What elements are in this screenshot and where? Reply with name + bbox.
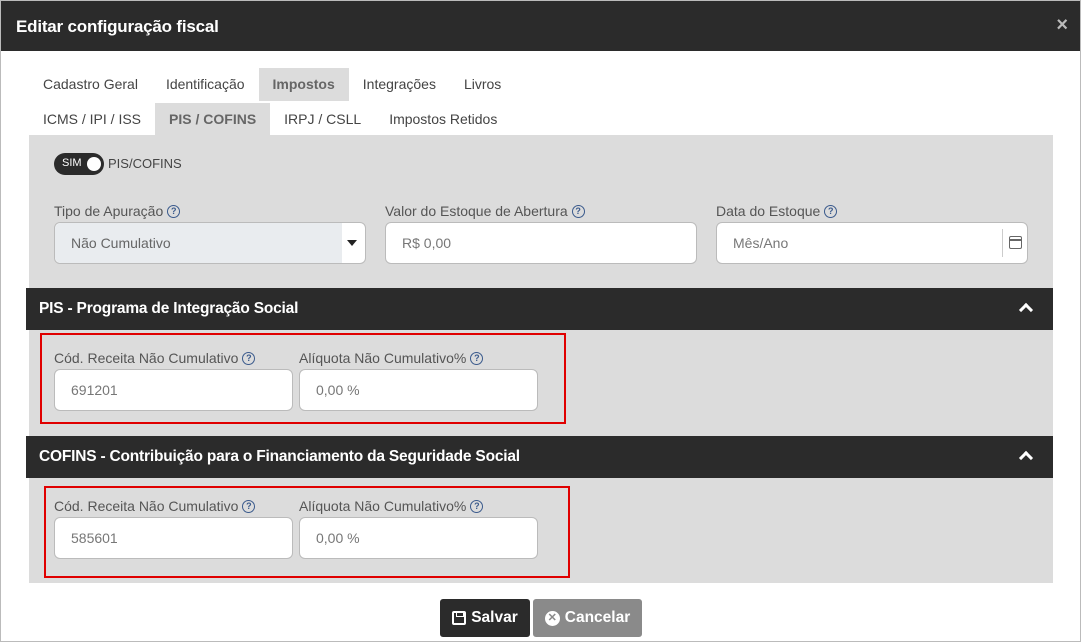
- cofins-section-header[interactable]: COFINS - Contribuição para o Financiamen…: [26, 436, 1053, 478]
- help-icon[interactable]: ?: [242, 351, 256, 365]
- tab-cadastro-geral[interactable]: Cadastro Geral: [29, 68, 152, 101]
- tabs-row-taxes: ICMS / IPI / ISS PIS / COFINS IRPJ / CSL…: [29, 103, 511, 136]
- fiscal-config-modal: Editar configuração fiscal × Cadastro Ge…: [0, 0, 1081, 642]
- data-estoque-input[interactable]: Mês/Ano: [716, 222, 1028, 264]
- save-button-label: Salvar: [471, 609, 518, 626]
- toggle-knob: [87, 157, 101, 171]
- pis-aliquota-input[interactable]: 0,00 %: [299, 369, 538, 411]
- close-icon[interactable]: ×: [1056, 15, 1068, 35]
- cancel-icon: ✕: [544, 610, 560, 626]
- tab-icms-ipi-iss[interactable]: ICMS / IPI / ISS: [29, 103, 155, 136]
- calendar-icon[interactable]: [1009, 236, 1022, 249]
- pis-cofins-toggle[interactable]: SIM: [54, 153, 104, 175]
- tab-irpj-csll[interactable]: IRPJ / CSLL: [270, 103, 375, 136]
- data-estoque-label: Data do Estoque ?: [716, 203, 838, 219]
- cofins-section-title: COFINS - Contribuição para o Financiamen…: [39, 448, 520, 465]
- tab-integracoes[interactable]: Integrações: [349, 68, 450, 101]
- modal-title: Editar configuração fiscal: [16, 17, 219, 36]
- pis-aliquota-label: Alíquota Não Cumulativo% ?: [299, 350, 484, 366]
- tipo-apuracao-value: Não Cumulativo: [55, 223, 342, 263]
- toggle-label: PIS/COFINS: [108, 156, 182, 171]
- pis-cod-label: Cód. Receita Não Cumulativo ?: [54, 350, 256, 366]
- tipo-apuracao-label: Tipo de Apuração ?: [54, 203, 181, 219]
- modal-header: Editar configuração fiscal ×: [1, 1, 1080, 51]
- calendar-separator: [1002, 229, 1003, 257]
- save-icon: [452, 611, 467, 625]
- caret-down-icon: [347, 240, 357, 246]
- data-estoque-label-text: Data do Estoque: [716, 203, 821, 219]
- tabs-row-main: Cadastro Geral Identificação Impostos In…: [29, 68, 515, 101]
- valor-estoque-label-text: Valor do Estoque de Abertura: [385, 203, 568, 219]
- help-icon[interactable]: ?: [571, 204, 585, 218]
- help-icon[interactable]: ?: [470, 351, 484, 365]
- pis-aliquota-label-text: Alíquota Não Cumulativo%: [299, 350, 467, 366]
- pis-section-title: PIS - Programa de Integração Social: [39, 300, 299, 317]
- pis-cod-label-text: Cód. Receita Não Cumulativo: [54, 350, 239, 366]
- save-button[interactable]: Salvar: [440, 599, 530, 637]
- cofins-aliquota-label-text: Alíquota Não Cumulativo%: [299, 498, 467, 514]
- help-icon[interactable]: ?: [167, 204, 181, 218]
- cofins-aliquota-label: Alíquota Não Cumulativo% ?: [299, 498, 484, 514]
- tab-identificacao[interactable]: Identificação: [152, 68, 259, 101]
- tipo-apuracao-label-text: Tipo de Apuração: [54, 203, 164, 219]
- cofins-aliquota-input[interactable]: 0,00 %: [299, 517, 538, 559]
- tab-pis-cofins[interactable]: PIS / COFINS: [155, 103, 271, 136]
- valor-estoque-label: Valor do Estoque de Abertura ?: [385, 203, 585, 219]
- pis-section-header[interactable]: PIS - Programa de Integração Social: [26, 288, 1053, 330]
- help-icon[interactable]: ?: [824, 204, 838, 218]
- valor-estoque-input[interactable]: R$ 0,00: [385, 222, 697, 264]
- chevron-up-icon[interactable]: [1018, 302, 1034, 318]
- cofins-cod-label: Cód. Receita Não Cumulativo ?: [54, 498, 256, 514]
- tab-impostos-retidos[interactable]: Impostos Retidos: [375, 103, 511, 136]
- help-icon[interactable]: ?: [242, 499, 256, 513]
- cofins-cod-label-text: Cód. Receita Não Cumulativo: [54, 498, 239, 514]
- tipo-apuracao-select[interactable]: Não Cumulativo: [54, 222, 366, 264]
- tab-livros[interactable]: Livros: [450, 68, 515, 101]
- tab-impostos[interactable]: Impostos: [258, 68, 349, 101]
- cofins-cod-receita-input[interactable]: 585601: [54, 517, 293, 559]
- data-estoque-placeholder: Mês/Ano: [733, 235, 789, 251]
- chevron-up-icon[interactable]: [1018, 450, 1034, 466]
- cancel-button-label: Cancelar: [564, 609, 631, 626]
- cancel-button[interactable]: ✕ Cancelar: [533, 599, 642, 637]
- toggle-state-label: SIM: [62, 157, 82, 169]
- pis-cod-receita-input[interactable]: 691201: [54, 369, 293, 411]
- help-icon[interactable]: ?: [470, 499, 484, 513]
